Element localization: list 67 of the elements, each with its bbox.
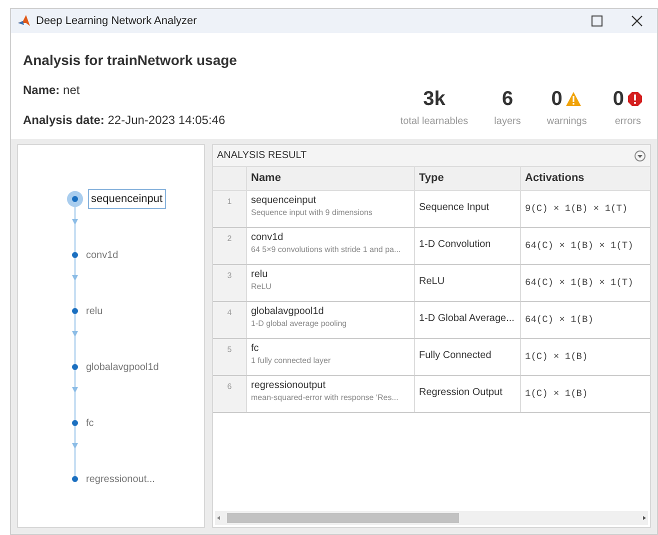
node-label[interactable]: fc — [86, 416, 94, 430]
layer-type: 1-D Convolution — [419, 239, 491, 250]
row-number: 5 — [213, 339, 247, 375]
row-number: 1 — [213, 191, 247, 227]
graph-node-selected[interactable] — [67, 191, 83, 207]
node-label[interactable]: regressionout... — [86, 472, 155, 486]
graph-node[interactable] — [72, 476, 78, 482]
layer-type: Regression Output — [419, 387, 502, 398]
window-title: Deep Learning Network Analyzer — [36, 14, 197, 29]
layer-description: 64 5×9 convolutions with stride 1 and pa... — [251, 244, 402, 255]
stat-value: 6 — [502, 87, 514, 112]
stat-value: 0 — [612, 87, 624, 112]
node-label[interactable]: globalavgpool1d — [86, 360, 159, 374]
layer-description: 1 fully connected layer — [251, 355, 332, 366]
scroll-right-icon[interactable] — [640, 514, 648, 522]
activations: 9(C) × 1(B) × 1(T) — [525, 203, 628, 214]
layer-name: globalavgpool1d — [251, 305, 325, 318]
row-number: 2 — [213, 228, 247, 264]
panel-title: ANALYSIS RESULT — [217, 149, 307, 163]
node-label[interactable]: relu — [86, 304, 103, 318]
column-header[interactable]: Type — [415, 167, 521, 190]
column-header[interactable]: Activations — [521, 167, 650, 190]
graph-node[interactable] — [72, 420, 78, 426]
analysis-title: Analysis for trainNetwork usage — [23, 51, 237, 70]
layer-name: relu — [251, 268, 269, 281]
graph-node[interactable] — [72, 252, 78, 258]
stat-value: 3k — [423, 87, 446, 112]
layer-description: mean-squared-error with response 'Res... — [251, 392, 400, 403]
layer-type: Sequence Input — [419, 202, 490, 213]
layer-name: fc — [251, 342, 260, 355]
layer-description: ReLU — [251, 281, 272, 292]
close-icon[interactable] — [631, 15, 643, 27]
stat-label: total learnables — [400, 115, 468, 129]
analysis-date: Analysis date: 22-Jun-2023 14:05:46 — [23, 112, 226, 129]
layer-name: regressionoutput — [251, 379, 326, 392]
scroll-left-icon[interactable] — [215, 514, 223, 522]
activations: 64(C) × 1(B) — [525, 314, 594, 325]
layer-name: sequenceinput — [251, 194, 318, 207]
row-number: 4 — [213, 302, 247, 338]
activations: 1(C) × 1(B) — [525, 351, 588, 362]
layer-description: 1-D global average pooling — [251, 318, 348, 329]
activations: 1(C) × 1(B) — [525, 388, 588, 399]
activations: 64(C) × 1(B) × 1(T) — [525, 240, 634, 251]
stat-label: warnings — [546, 115, 587, 129]
layer-type: 1-D Global Average... — [419, 313, 514, 324]
network-name: Name: net — [23, 82, 81, 99]
activations: 64(C) × 1(B) × 1(T) — [525, 277, 634, 288]
stat-label: errors — [614, 115, 641, 129]
graph-node[interactable] — [72, 308, 78, 314]
layer-type: Fully Connected — [419, 350, 492, 361]
maximize-icon[interactable] — [591, 15, 603, 27]
row-number: 6 — [213, 376, 247, 412]
layer-name: conv1d — [251, 231, 284, 244]
collapse-icon[interactable] — [634, 150, 646, 162]
row-number: 3 — [213, 265, 247, 301]
warning-icon — [565, 91, 582, 107]
graph-node[interactable] — [72, 364, 78, 370]
layer-description: Sequence input with 9 dimensions — [251, 207, 374, 218]
layer-type: ReLU — [419, 276, 445, 287]
stat-value: 0 — [551, 87, 562, 112]
horizontal-scrollbar[interactable] — [215, 511, 648, 525]
stat-label: layers — [494, 115, 521, 129]
error-icon — [627, 91, 643, 107]
column-header[interactable]: Name — [247, 167, 415, 190]
app-logo-icon — [17, 14, 31, 28]
node-label[interactable]: sequenceinput — [88, 188, 166, 210]
node-label[interactable]: conv1d — [86, 248, 118, 262]
